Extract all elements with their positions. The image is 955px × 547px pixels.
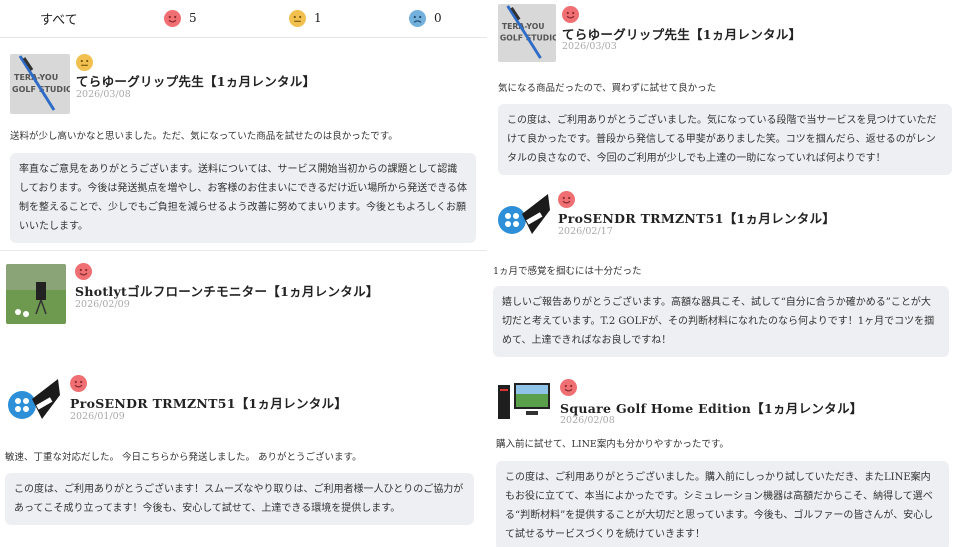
review-comment: 1ヵ月で感覚を掴むには十分だった [493,266,642,277]
grip-photo-thumbnail[interactable]: TERA-YOU GOLF STUDIO [498,4,556,62]
square-golf-product-thumbnail[interactable] [496,377,552,423]
shop-reply: この度は、ご利用ありがとうございました。購入前にしっかり試していただき、またLI… [496,461,949,547]
neutral-face-icon [76,54,93,71]
review-column-left: すべて 5 1 0 TERA-YOU GOLF STUDIO てらゆーグリップ先… [0,0,487,547]
prosendr-product-thumbnail[interactable] [2,375,62,435]
smile-face-icon [75,263,92,280]
review-item: ProSENDR TRMZNT51【1ヵ月レンタル】 2026/02/17 1ヵ… [490,188,955,358]
divider [0,250,487,251]
review-comment: 購入前に試せて、LINE案内も分かりやすかったです。 [496,439,729,450]
smile-face-icon [558,191,575,208]
smile-face-icon [560,379,577,396]
review-comment: 気になる商品だったので、買わずに試せて良かった [498,83,717,94]
grip-photo-thumbnail[interactable]: TERA-YOU GOLF STUDIO [10,54,70,114]
review-date: 2026/02/08 [560,415,615,426]
shop-reply: 嬉しいご報告ありがとうございます。高額な器具こそ、試して“自分に合うか確かめる”… [493,286,949,357]
launch-monitor-photo-thumbnail[interactable] [6,264,66,324]
shop-reply: この度は、ご利用ありがとうございました。気になっている段階で当サービスを見つけて… [498,104,952,175]
review-column-right: TERA-YOU GOLF STUDIO てらゆーグリップ先生【1ヵ月レンタル】… [490,0,955,547]
review-comment: 敏速、丁重な対応だした。 今日こちらから発送しました。 ありがとうございます。 [5,452,362,463]
prosendr-product-thumbnail[interactable] [492,190,552,250]
review-item: Square Golf Home Edition【1ヵ月レンタル】 2026/0… [490,374,955,547]
smile-face-icon [70,375,87,392]
review-comment: 送料が少し高いかなと思いました。ただ、気になっていた商品を試せたのは良かったです… [10,131,398,142]
review-date: 2026/01/09 [70,411,125,422]
shop-reply: この度は、ご利用ありがとうございます！スムーズなやり取りは、ご利用者様一人ひとり… [5,473,474,525]
review-item: TERA-YOU GOLF STUDIO てらゆーグリップ先生【1ヵ月レンタル】… [0,0,487,250]
review-item: ProSENDR TRMZNT51【1ヵ月レンタル】 2026/01/09 敏速… [0,370,487,547]
review-date: 2026/03/03 [562,41,617,52]
review-date: 2026/02/09 [75,299,130,310]
smile-face-icon [562,6,579,23]
product-title[interactable]: てらゆーグリップ先生【1ヵ月レンタル】 [76,71,315,90]
review-item: Shotlytゴルフローンチモニター【1ヵ月レンタル】 2026/02/09 [0,258,487,358]
product-title[interactable]: ProSENDR TRMZNT51【1ヵ月レンタル】 [70,393,347,412]
shop-reply: 率直なご意見をありがとうございます。送料については、サービス開始当初からの課題と… [10,153,476,243]
product-title[interactable]: ProSENDR TRMZNT51【1ヵ月レンタル】 [558,208,835,227]
product-title[interactable]: Shotlytゴルフローンチモニター【1ヵ月レンタル】 [75,281,379,300]
review-date: 2026/03/08 [76,89,131,100]
review-date: 2026/02/17 [558,226,613,237]
review-item: TERA-YOU GOLF STUDIO てらゆーグリップ先生【1ヵ月レンタル】… [490,0,955,185]
